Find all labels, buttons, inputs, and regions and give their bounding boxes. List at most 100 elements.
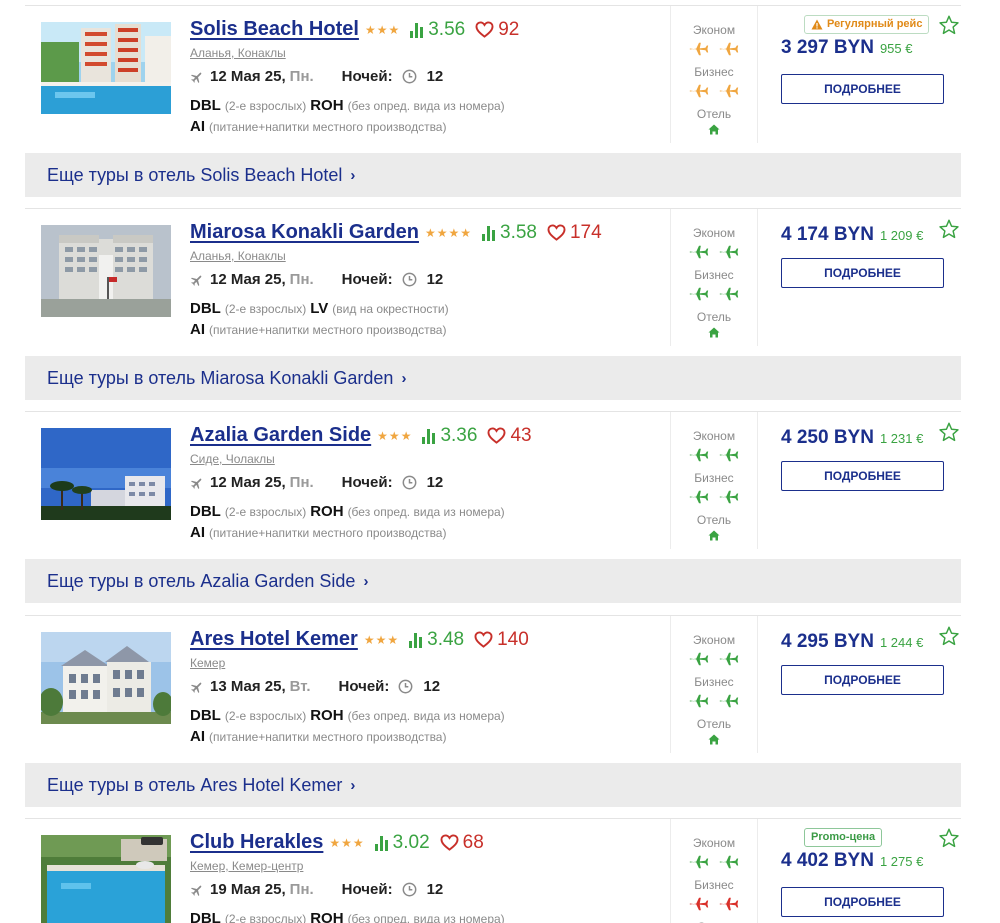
clock-icon <box>398 679 413 694</box>
price-column: 4 250 BYN 1 231 € ПОДРОБНЕЕ <box>781 412 961 552</box>
rating-value: 3.02 <box>392 831 430 853</box>
plane-green-icon <box>718 489 740 505</box>
clock-icon <box>402 272 416 287</box>
details-button[interactable]: ПОДРОБНЕЕ <box>781 258 944 288</box>
hotel-name-link[interactable]: Ares Hotel Kemer <box>190 628 358 651</box>
favorite-star-icon[interactable] <box>938 421 960 443</box>
departure-date: 12 Мая 25 <box>210 68 282 85</box>
rating-bars-icon <box>374 835 388 851</box>
rating-bars-icon <box>482 225 495 241</box>
meal-info: AI (питание+напитки местного производств… <box>190 524 450 541</box>
more-tours-label: Еще туры в отель Miarosa Konakli Garden <box>47 367 394 388</box>
business-availability <box>671 83 757 99</box>
chevron-right-icon: › <box>401 369 407 387</box>
details-button[interactable]: ПОДРОБНЕЕ <box>781 461 944 491</box>
business-availability <box>671 489 757 505</box>
favorite-star-icon[interactable] <box>938 14 960 36</box>
hotel-likes[interactable]: 43 <box>487 424 532 447</box>
hotel-likes[interactable]: 68 <box>440 832 484 854</box>
favorite-star-icon[interactable] <box>938 827 960 849</box>
room-guests: (2-е взрослых) <box>224 99 307 113</box>
more-tours-label: Еще туры в отель Ares Hotel Kemer <box>47 774 343 795</box>
hotel-name-link[interactable]: Miarosa Konakli Garden <box>190 221 419 244</box>
price-byn: 4 174 BYN <box>781 224 874 245</box>
details-button[interactable]: ПОДРОБНЕЕ <box>781 887 944 917</box>
plane-green-icon <box>718 286 740 302</box>
departure-date: 13 Мая 25 <box>210 678 282 695</box>
hotel-photo[interactable] <box>41 428 171 520</box>
hotel-likes[interactable]: 140 <box>474 629 529 651</box>
hotel-rating[interactable]: 3.56 <box>410 19 465 41</box>
business-availability <box>671 896 757 912</box>
hotel-name-link[interactable]: Azalia Garden Side <box>190 424 371 447</box>
rating-value: 3.48 <box>427 628 465 650</box>
economy-availability <box>671 447 757 463</box>
nights-label: Ночей: <box>341 881 393 898</box>
price-column: 4 174 BYN 1 209 € ПОДРОБНЕЕ <box>781 209 961 349</box>
hotel-rating[interactable]: 3.58 <box>482 222 537 244</box>
hotel-rating[interactable]: 3.36 <box>422 425 477 447</box>
room-view: (без опред. вида из номера) <box>347 99 505 113</box>
room-info: DBL (2-е взрослых) ROH (без опред. вида … <box>190 503 509 520</box>
business-availability <box>671 286 757 302</box>
economy-label: Эконом <box>692 429 736 443</box>
hotel-location-link[interactable]: Сиде, Чолаклы <box>190 452 275 466</box>
price-column: 4 295 BYN 1 244 € ПОДРОБНЕЕ <box>781 616 961 756</box>
meal-description: (питание+напитки местного производства) <box>209 120 447 134</box>
promo-price-badge: Promo-цена <box>804 828 883 847</box>
details-button[interactable]: ПОДРОБНЕЕ <box>781 665 944 695</box>
room-info: DBL (2-е взрослых) ROH (без опред. вида … <box>190 97 509 114</box>
hotel-name-link[interactable]: Club Herakles <box>190 831 323 854</box>
hotel-location-link[interactable]: Кемер <box>190 656 225 670</box>
favorite-star-icon[interactable] <box>938 625 960 647</box>
hotel-photo[interactable] <box>41 835 171 923</box>
nights-label: Ночей: <box>338 678 390 695</box>
flight-availability: Эконом Бизнес Отель <box>670 616 758 753</box>
hotel-location-link[interactable]: Аланья, Конаклы <box>190 249 286 263</box>
hotel-photo[interactable] <box>41 225 171 317</box>
badge-text: Регулярный рейс <box>827 18 923 30</box>
plane-green-icon <box>718 854 740 870</box>
heart-icon <box>440 834 459 851</box>
details-button[interactable]: ПОДРОБНЕЕ <box>781 74 944 104</box>
hotel-card: Ares Hotel Kemer ★★★ 3.48 140 Кемер 13 М… <box>25 615 961 807</box>
more-tours-link[interactable]: Еще туры в отель Ares Hotel Kemer › <box>25 763 961 807</box>
hotel-location-link[interactable]: Аланья, Конаклы <box>190 46 286 60</box>
hotel-rating[interactable]: 3.02 <box>374 831 430 854</box>
likes-count: 43 <box>510 424 532 446</box>
more-tours-link[interactable]: Еще туры в отель Azalia Garden Side › <box>25 559 961 603</box>
room-type: ROH <box>310 910 344 923</box>
regular-flight-badge: Регулярный рейс <box>804 15 930 34</box>
favorite-star-icon[interactable] <box>938 218 960 240</box>
flight-availability: Эконом Бизнес Отель <box>670 412 758 549</box>
hotel-label: Отель <box>696 310 732 324</box>
hotel-photo[interactable] <box>41 632 171 724</box>
hotel-stars: ★★★ <box>377 428 413 443</box>
hotel-rating[interactable]: 3.48 <box>409 629 464 651</box>
likes-count: 174 <box>569 221 602 243</box>
room-code: DBL <box>190 503 221 520</box>
more-tours-link[interactable]: Еще туры в отель Solis Beach Hotel › <box>25 153 961 197</box>
home-icon <box>708 124 720 135</box>
departure-date: 19 Мая 25 <box>210 881 282 898</box>
more-tours-link[interactable]: Еще туры в отель Miarosa Konakli Garden › <box>25 356 961 400</box>
hotel-name-link[interactable]: Solis Beach Hotel <box>190 18 359 41</box>
chevron-right-icon: › <box>363 572 369 590</box>
hotel-likes[interactable]: 174 <box>547 222 602 244</box>
room-view: (без опред. вида из номера) <box>347 912 505 923</box>
hotel-card: Club Herakles ★★★ 3.02 68 Кемер, Кемер-ц… <box>25 818 961 923</box>
hotel-location-link[interactable]: Кемер, Кемер-центр <box>190 859 303 873</box>
plane-red-icon <box>688 896 710 912</box>
hotel-photo[interactable] <box>41 22 171 114</box>
price-eur: 955 € <box>879 41 913 56</box>
room-type: ROH <box>310 707 344 724</box>
room-type: ROH <box>310 503 344 520</box>
business-label: Бизнес <box>694 65 734 79</box>
hotel-likes[interactable]: 92 <box>475 19 519 41</box>
price-byn: 4 295 BYN <box>781 631 874 652</box>
business-availability <box>671 693 757 709</box>
hotel-stars: ★★★ <box>329 835 365 850</box>
economy-label: Эконом <box>692 836 736 850</box>
departure-date: 12 Мая 25 <box>210 271 282 288</box>
hotel-stars: ★★★★ <box>424 225 472 240</box>
